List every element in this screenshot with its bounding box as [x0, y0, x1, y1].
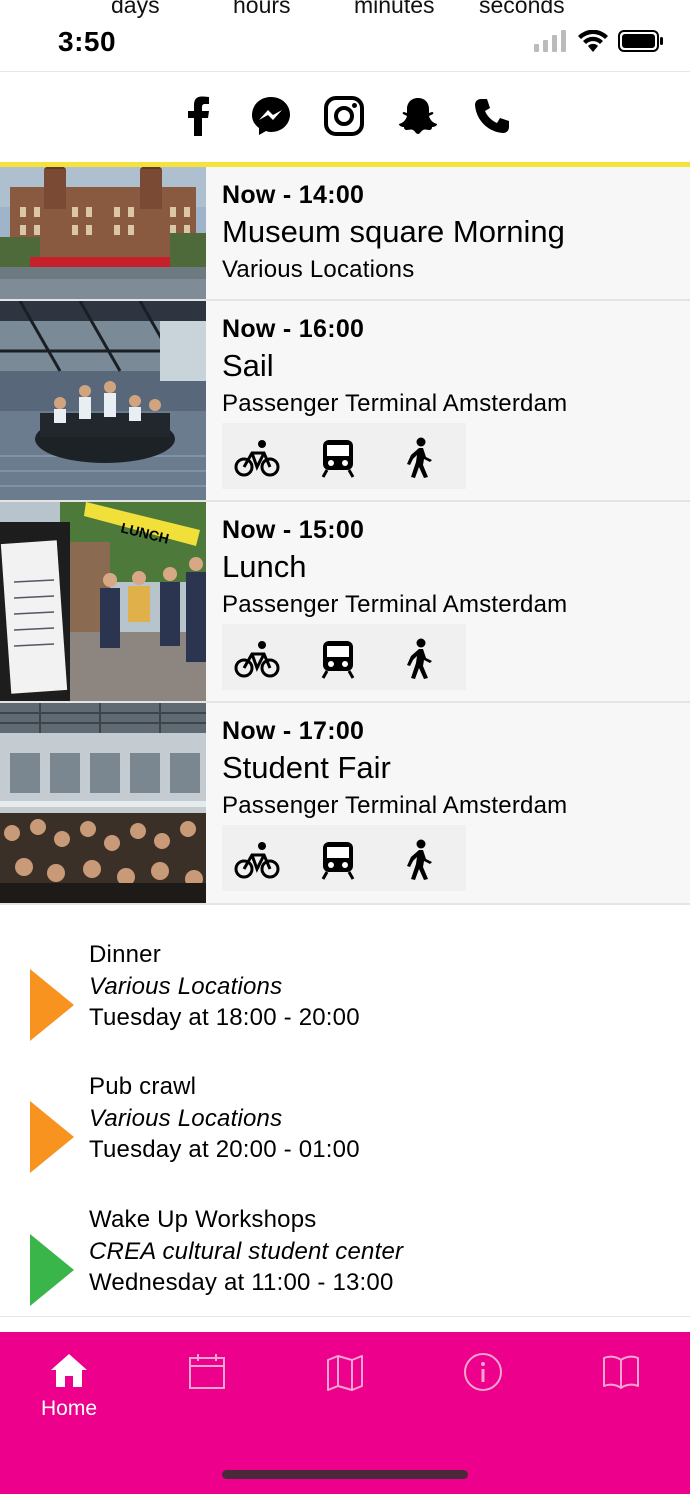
- transport-options: [222, 825, 466, 891]
- train-icon[interactable]: [315, 839, 361, 881]
- upcoming-text: Dinner Various Locations Tuesday at 18:0…: [89, 939, 360, 1034]
- book-icon: [601, 1352, 641, 1397]
- bicycle-icon[interactable]: [234, 839, 280, 881]
- orange-play-icon: [30, 1101, 74, 1173]
- wifi-icon: [578, 29, 608, 57]
- event-card[interactable]: Now - 16:00 Sail Passenger Terminal Amst…: [0, 301, 690, 502]
- upcoming-name: Dinner: [89, 941, 161, 968]
- train-icon[interactable]: [315, 437, 361, 479]
- event-photo-museum: [0, 167, 206, 299]
- upcoming-location: Various Locations: [89, 972, 283, 1000]
- countdown-days-label: days: [111, 0, 160, 18]
- upcoming-item[interactable]: Dinner Various Locations Tuesday at 18:0…: [0, 937, 690, 1057]
- event-card[interactable]: LUNCH Now - 15:00 Lunch Passenger Termin…: [0, 502, 690, 703]
- tab-guide[interactable]: [552, 1352, 690, 1432]
- phone-icon[interactable]: [470, 94, 514, 138]
- upcoming-when: Wednesday at 11:00 - 13:00: [89, 1269, 394, 1296]
- event-title: Student Fair: [222, 750, 391, 785]
- green-play-icon: [30, 1234, 74, 1306]
- countdown-hours-label: hours: [233, 0, 291, 18]
- status-icons: [534, 29, 664, 58]
- upcoming-location: CREA cultural student center: [89, 1237, 404, 1265]
- social-bar: [0, 72, 690, 164]
- event-info: Now - 14:00 Museum square Morning Variou…: [222, 181, 690, 284]
- orange-play-icon: [30, 969, 74, 1041]
- tab-map[interactable]: [276, 1352, 414, 1432]
- countdown-seconds-label: seconds: [479, 0, 565, 18]
- upcoming-text: Pub crawl Various Locations Tuesday at 2…: [89, 1071, 360, 1166]
- home-icon: [49, 1352, 89, 1393]
- facebook-icon[interactable]: [176, 94, 220, 138]
- upcoming-when: Tuesday at 18:00 - 20:00: [89, 1004, 360, 1031]
- bicycle-icon[interactable]: [234, 638, 280, 680]
- event-photo-sail: [0, 301, 206, 500]
- event-title: Sail: [222, 348, 274, 383]
- transport-options: [222, 423, 466, 489]
- transport-options: [222, 624, 466, 690]
- signal-icon: [534, 29, 568, 57]
- countdown-minutes-label: minutes: [354, 0, 435, 18]
- map-icon: [325, 1352, 365, 1397]
- upcoming-name: Wake Up Workshops: [89, 1206, 317, 1233]
- messenger-icon[interactable]: [249, 94, 293, 138]
- tab-calendar[interactable]: [138, 1352, 276, 1432]
- snapchat-icon[interactable]: [396, 94, 440, 138]
- walking-icon[interactable]: [397, 839, 443, 881]
- status-bar: days hours minutes seconds 3:50: [0, 0, 690, 72]
- tab-info[interactable]: [414, 1352, 552, 1432]
- walking-icon[interactable]: [397, 638, 443, 680]
- upcoming-location: Various Locations: [89, 1104, 283, 1132]
- upcoming-item[interactable]: Pub crawl Various Locations Tuesday at 2…: [0, 1069, 690, 1189]
- event-card[interactable]: Now - 14:00 Museum square Morning Variou…: [0, 167, 690, 301]
- info-icon: [463, 1352, 503, 1397]
- event-card[interactable]: Now - 17:00 Student Fair Passenger Termi…: [0, 703, 690, 905]
- event-photo-student-fair: [0, 703, 206, 903]
- bicycle-icon[interactable]: [234, 437, 280, 479]
- event-location: Passenger Terminal Amsterdam: [222, 591, 568, 618]
- tab-home[interactable]: Home: [0, 1352, 138, 1432]
- event-location: Passenger Terminal Amsterdam: [222, 792, 568, 819]
- status-time: 3:50: [58, 26, 117, 57]
- calendar-icon: [187, 1352, 227, 1397]
- event-time: Now - 14:00: [222, 181, 365, 209]
- event-info: Now - 16:00 Sail Passenger Terminal Amst…: [222, 315, 690, 418]
- upcoming-name: Pub crawl: [89, 1073, 197, 1100]
- event-title: Lunch: [222, 549, 307, 584]
- instagram-icon[interactable]: [322, 94, 366, 138]
- walking-icon[interactable]: [397, 437, 443, 479]
- home-indicator: [222, 1470, 468, 1479]
- battery-icon: [618, 29, 664, 58]
- event-time: Now - 17:00: [222, 717, 365, 745]
- event-location: Passenger Terminal Amsterdam: [222, 390, 568, 417]
- list-divider: [0, 1316, 690, 1317]
- event-time: Now - 16:00: [222, 315, 365, 343]
- tab-home-label: Home: [40, 1397, 98, 1420]
- event-photo-lunch: LUNCH: [0, 502, 206, 701]
- event-info: Now - 17:00 Student Fair Passenger Termi…: [222, 717, 690, 820]
- event-title: Museum square Morning: [222, 214, 565, 249]
- event-info: Now - 15:00 Lunch Passenger Terminal Ams…: [222, 516, 690, 619]
- event-location: Various Locations: [222, 256, 415, 283]
- upcoming-item[interactable]: Wake Up Workshops CREA cultural student …: [0, 1202, 690, 1322]
- train-icon[interactable]: [315, 638, 361, 680]
- countdown-labels: days hours minutes seconds: [0, 0, 690, 18]
- tab-bar: Home: [0, 1332, 690, 1494]
- event-time: Now - 15:00: [222, 516, 365, 544]
- upcoming-text: Wake Up Workshops CREA cultural student …: [89, 1204, 403, 1299]
- upcoming-when: Tuesday at 20:00 - 01:00: [89, 1136, 360, 1163]
